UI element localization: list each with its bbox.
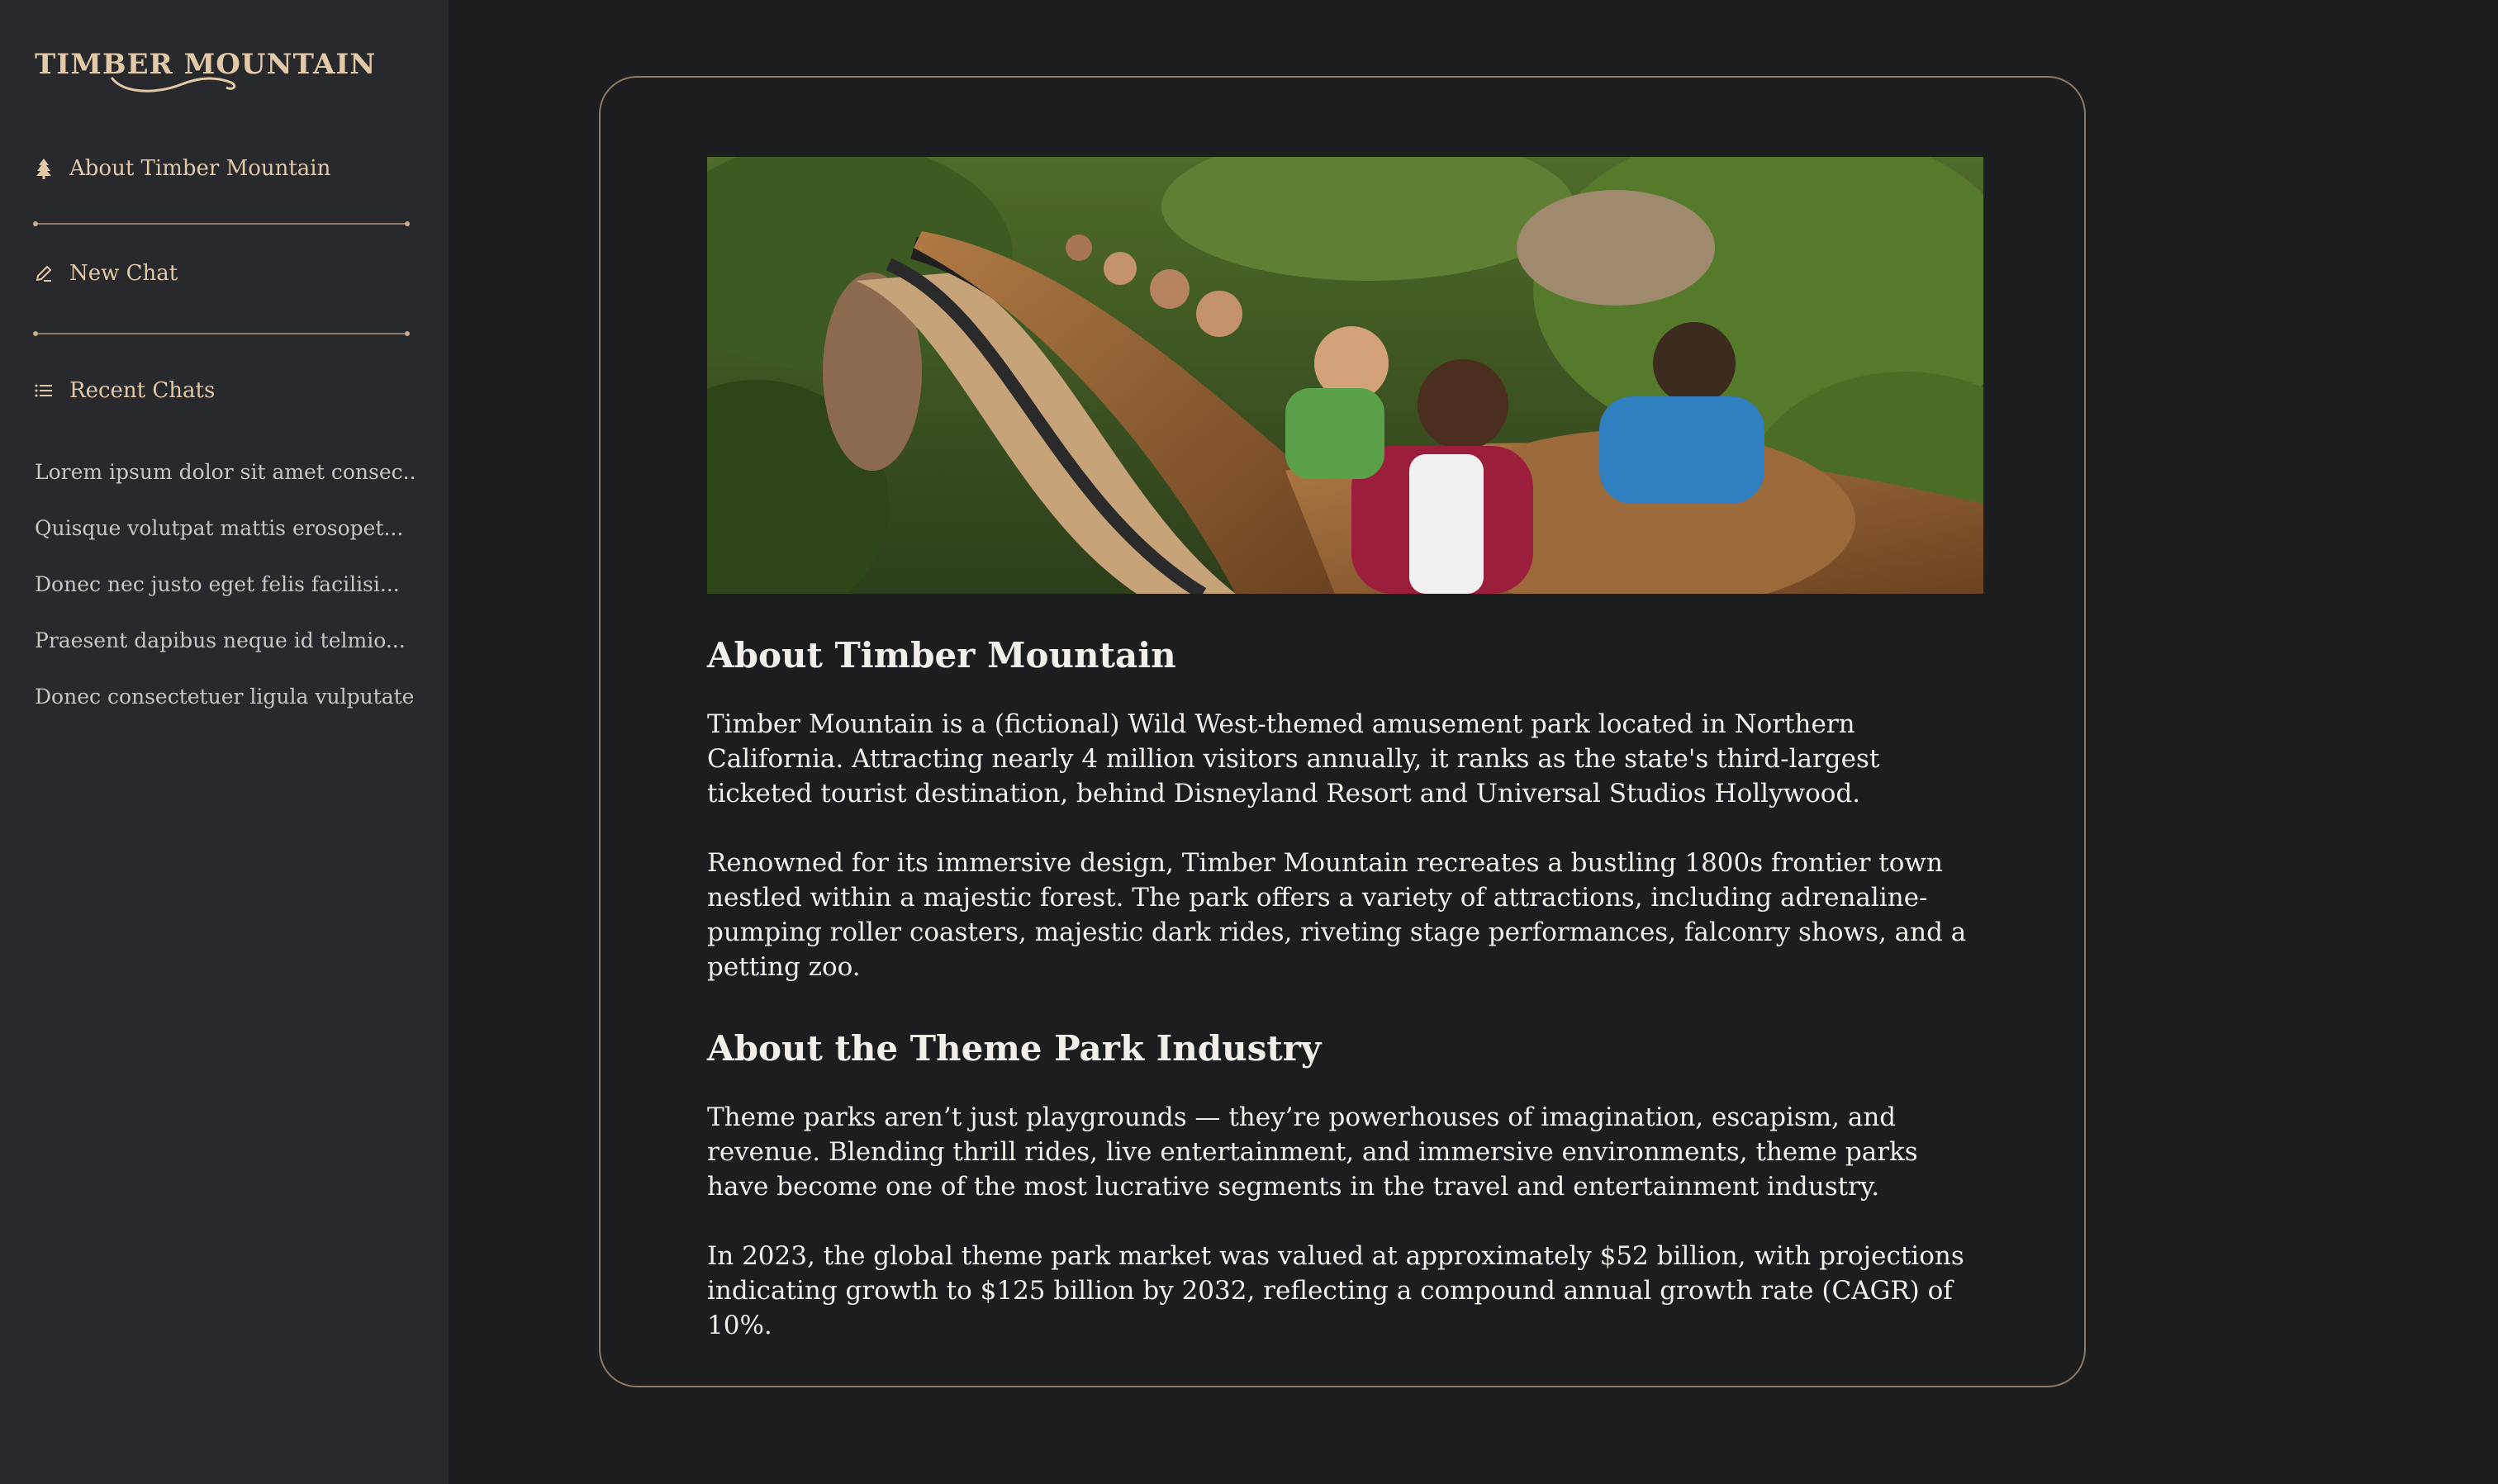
logo[interactable]: TIMBER MOUNTAIN [35,48,375,106]
logo-swash [110,77,236,92]
recent-chats-heading: Recent Chats [69,378,216,403]
recent-chat-item[interactable]: Donec consectetuer ligula vulputate... [35,685,415,709]
sidebar-item-new-chat-label: New Chat [69,261,178,286]
recent-chat-item[interactable]: Donec nec justo eget felis facilisi... [35,572,415,596]
sidebar-item-about[interactable]: About Timber Mountain [35,156,330,181]
sidebar-item-about-label: About Timber Mountain [69,156,331,181]
recent-chat-item[interactable]: Quisque volutpat mattis erosopet... [35,516,415,540]
list-icon [35,380,53,401]
section-paragraph: Timber Mountain is a (fictional) Wild We… [707,709,1880,809]
sidebar-section-recent: Recent Chats [35,378,215,403]
sidebar-item-new-chat[interactable]: New Chat [35,261,178,286]
content-card: About Timber Mountain Timber Mountain is… [599,76,2086,1387]
sidebar-divider-2 [33,331,410,336]
section-about: About Timber Mountain Timber Mountain is… [707,635,1983,984]
section-industry: About the Theme Park Industry Theme park… [707,1028,1983,1343]
section-paragraph: In 2023, the global theme park market wa… [707,1241,1964,1341]
section-paragraph: Renowned for its immersive design, Timbe… [707,848,1967,983]
hero-image [707,157,1983,594]
app-root: TIMBER MOUNTAIN About Timber Mountain Ne… [0,0,2498,1484]
section-paragraph: Theme parks aren’t just playgrounds — th… [707,1102,1918,1202]
pencil-icon [35,263,53,284]
sidebar-divider-1 [33,221,410,226]
recent-chat-item[interactable]: Lorem ipsum dolor sit amet consec... [35,460,415,484]
section-title: About Timber Mountain [707,635,1176,676]
sidebar: TIMBER MOUNTAIN About Timber Mountain Ne… [0,0,449,1484]
tree-icon [35,158,53,179]
section-title: About the Theme Park Industry [707,1028,1322,1069]
recent-chat-item[interactable]: Praesent dapibus neque id telmio... [35,628,415,652]
